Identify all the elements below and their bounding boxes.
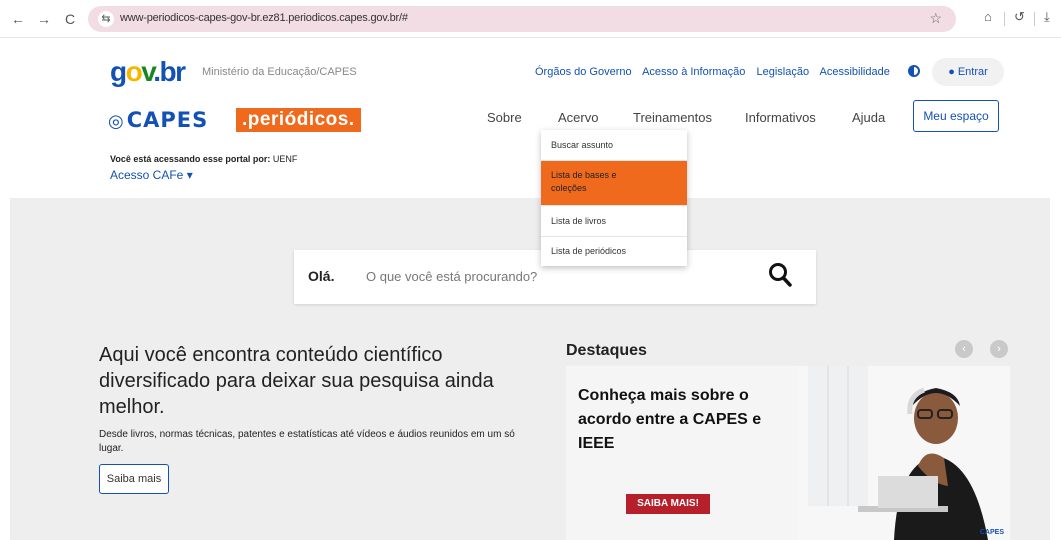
ministry-label: Ministério da Educação/CAPES (202, 66, 357, 78)
entrar-label: Entrar (957, 66, 988, 78)
menu-item-buscar-assunto[interactable]: Buscar assunto (541, 130, 687, 160)
site-header: gov.br Ministério da Educação/CAPES Órgã… (0, 38, 1061, 198)
toolbar-divider (1004, 12, 1005, 26)
reload-button[interactable]: C (60, 9, 80, 29)
carousel-next-button[interactable]: › (990, 340, 1008, 358)
link-acesso-informacao[interactable]: Acesso à Informação (642, 66, 745, 78)
banner-photo (798, 366, 1010, 540)
link-orgaos-governo[interactable]: Órgãos do Governo (535, 66, 632, 78)
contrast-icon[interactable] (908, 65, 920, 77)
site-info-icon[interactable]: ⇆ (98, 11, 114, 27)
history-icon[interactable]: ↺ (1014, 9, 1025, 25)
acervo-dropdown-menu: Buscar assunto Lista de bases e coleções… (541, 130, 687, 266)
banner-capes-mark: CAPES (979, 529, 1004, 536)
extensions-icon[interactable]: ⌂ (984, 9, 992, 24)
top-links: Órgãos do Governo Acesso à Informação Le… (535, 66, 898, 78)
search-icon[interactable] (768, 262, 792, 288)
url-text[interactable]: www-periodicos-capes-gov-br.ez81.periodi… (120, 12, 408, 24)
hero-description: Desde livros, normas técnicas, patentes … (99, 429, 515, 454)
link-acessibilidade[interactable]: Acessibilidade (820, 66, 890, 78)
govbr-logo[interactable]: gov.br (110, 56, 186, 88)
nav-ajuda[interactable]: Ajuda (852, 110, 885, 125)
user-icon: ● (948, 66, 955, 78)
hero-title: Aqui você encontra conteúdo científico d… (99, 344, 494, 418)
carousel-prev-button[interactable]: ‹ (955, 340, 973, 358)
access-info: Você está acessando esse portal por: UEN… (110, 154, 297, 164)
bookmark-star-icon[interactable]: ☆ (929, 10, 942, 27)
link-legislacao[interactable]: Legislação (756, 66, 809, 78)
saiba-mais-button[interactable]: Saiba mais (99, 464, 169, 494)
nav-acervo[interactable]: Acervo (558, 110, 598, 125)
meu-espaco-button[interactable]: Meu espaço (913, 100, 999, 132)
destaques-title: Destaques (566, 342, 647, 359)
toolbar-divider (1034, 12, 1035, 26)
capes-eye-icon: ◎ (108, 111, 125, 132)
acesso-cafe-dropdown[interactable]: Acesso CAFe ▾ (110, 168, 193, 182)
banner-text: Conheça mais sobre o acordo entre a CAPE… (578, 387, 762, 452)
periodicos-logo[interactable]: .periódicos. (236, 108, 361, 132)
capes-logo-text: CAPES (126, 108, 209, 132)
forward-button[interactable]: → (34, 9, 54, 29)
destaque-banner[interactable]: Conheça mais sobre o acordo entre a CAPE… (566, 366, 1010, 540)
search-greeting: Olá. (308, 268, 335, 284)
browser-toolbar: ← → C ⇆ www-periodicos-capes-gov-br.ez81… (0, 0, 1061, 38)
govbr-logo-v: v (141, 56, 155, 87)
banner-saiba-mais-button[interactable]: SAIBA MAIS! (626, 494, 710, 514)
entrar-button[interactable]: ● Entrar (932, 58, 1004, 86)
menu-item-lista-periodicos[interactable]: Lista de periódicos (541, 237, 687, 266)
govbr-logo-br: .br (153, 56, 186, 87)
back-button[interactable]: ← (8, 9, 28, 29)
nav-treinamentos[interactable]: Treinamentos (633, 110, 712, 125)
govbr-logo-o: o (125, 56, 143, 87)
address-bar[interactable]: ⇆ www-periodicos-capes-gov-br.ez81.perio… (88, 6, 956, 32)
access-org: UENF (272, 154, 298, 164)
nav-sobre[interactable]: Sobre (487, 110, 522, 125)
govbr-logo-g: g (110, 56, 127, 87)
search-input[interactable] (366, 262, 746, 290)
nav-informativos[interactable]: Informativos (745, 110, 816, 125)
menu-item-lista-bases-colecoes[interactable]: Lista de bases e coleções (541, 161, 687, 205)
download-icon[interactable]: ⤓ (1044, 9, 1050, 25)
access-prefix: Você está acessando esse portal por: (110, 154, 271, 164)
capes-logo[interactable]: ◎CAPES (108, 108, 208, 132)
menu-item-lista-livros[interactable]: Lista de livros (541, 206, 687, 236)
